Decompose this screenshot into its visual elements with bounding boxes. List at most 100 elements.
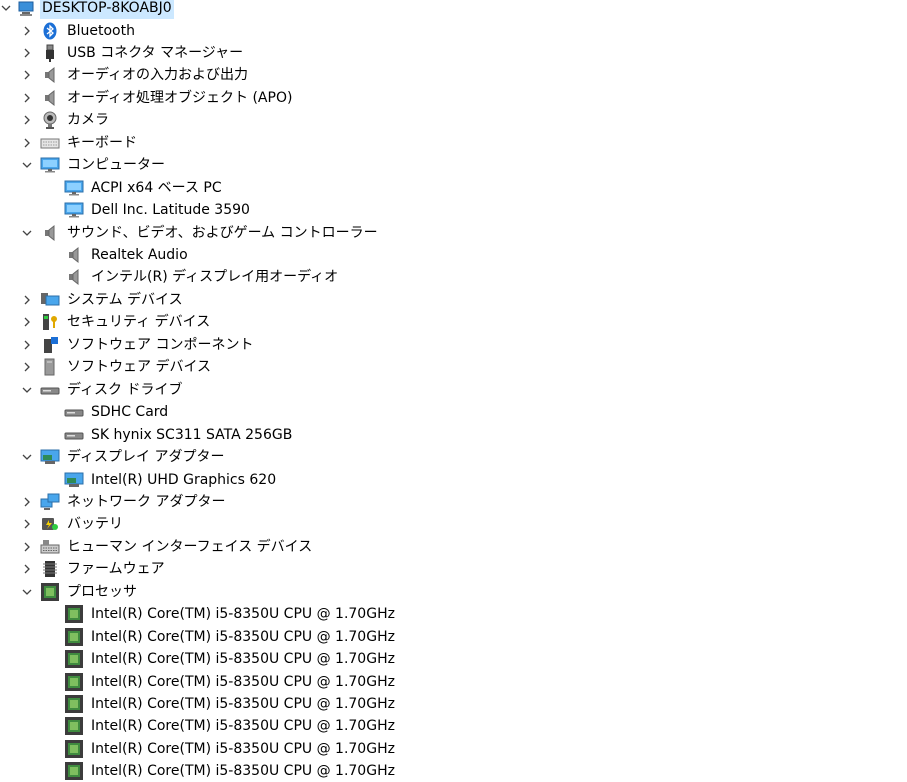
tree-category[interactable]: オーディオ処理オブジェクト (APO) — [0, 87, 907, 109]
tree-item-label: カメラ — [67, 112, 109, 129]
tree-item-label: ネットワーク アダプター — [67, 493, 226, 510]
tree-device[interactable]: SDHC Card — [0, 401, 907, 423]
tree-item-label: ソフトウェア コンポーネント — [67, 336, 254, 353]
processor-icon — [64, 627, 84, 647]
tree-device[interactable]: Intel(R) UHD Graphics 620 — [0, 469, 907, 491]
tree-category[interactable]: ヒューマン インターフェイス デバイス — [0, 536, 907, 558]
tree-item-label: インテル(R) ディスプレイ用オーディオ — [91, 269, 339, 286]
tree-item-label: Dell Inc. Latitude 3590 — [91, 202, 250, 219]
tree-category[interactable]: サウンド、ビデオ、およびゲーム コントローラー — [0, 222, 907, 244]
chevron-down-icon[interactable] — [21, 227, 33, 239]
tree-item-label: コンピューター — [67, 157, 165, 174]
processor-icon — [64, 761, 84, 781]
tree-category[interactable]: オーディオの入力および出力 — [0, 64, 907, 86]
tree-item-label: ACPI x64 ベース PC — [91, 179, 222, 196]
tree-device[interactable]: Intel(R) Core(TM) i5-8350U CPU @ 1.70GHz — [0, 760, 907, 782]
speaker-icon — [40, 65, 60, 85]
chevron-right-icon[interactable] — [21, 361, 33, 373]
chevron-right-icon[interactable] — [21, 92, 33, 104]
tree-device[interactable]: Intel(R) Core(TM) i5-8350U CPU @ 1.70GHz — [0, 648, 907, 670]
tree-device[interactable]: Intel(R) Core(TM) i5-8350U CPU @ 1.70GHz — [0, 603, 907, 625]
tree-device[interactable]: Dell Inc. Latitude 3590 — [0, 199, 907, 221]
security-key-icon — [40, 312, 60, 332]
tree-item-label: セキュリティ デバイス — [67, 314, 211, 331]
tree-item-label: Realtek Audio — [91, 247, 188, 263]
tree-device[interactable]: Intel(R) Core(TM) i5-8350U CPU @ 1.70GHz — [0, 671, 907, 693]
tree-item-label: Intel(R) Core(TM) i5-8350U CPU @ 1.70GHz — [91, 673, 395, 690]
tree-category[interactable]: ソフトウェア コンポーネント — [0, 334, 907, 356]
tree-category[interactable]: コンピューター — [0, 154, 907, 176]
processor-icon — [64, 739, 84, 759]
chevron-right-icon[interactable] — [21, 339, 33, 351]
tree-root[interactable]: DESKTOP-8KOABJ0 — [0, 0, 907, 19]
tree-device[interactable]: SK hynix SC311 SATA 256GB — [0, 424, 907, 446]
tree-category[interactable]: システム デバイス — [0, 289, 907, 311]
tree-category[interactable]: カメラ — [0, 109, 907, 131]
root-label: DESKTOP-8KOABJ0 — [40, 0, 174, 19]
tree-category[interactable]: ディスプレイ アダプター — [0, 446, 907, 468]
tree-item-label: バッテリ — [67, 516, 123, 533]
tree-category[interactable]: ネットワーク アダプター — [0, 491, 907, 513]
chevron-right-icon[interactable] — [21, 541, 33, 553]
tree-device[interactable]: Realtek Audio — [0, 244, 907, 266]
speaker-icon — [40, 88, 60, 108]
tree-category[interactable]: USB コネクタ マネージャー — [0, 42, 907, 64]
tree-item-label: オーディオの入力および出力 — [67, 67, 249, 84]
tree-item-label: Intel(R) Core(TM) i5-8350U CPU @ 1.70GHz — [91, 628, 395, 645]
tree-category[interactable]: ディスク ドライブ — [0, 379, 907, 401]
system-devices-icon — [40, 290, 60, 310]
chevron-right-icon[interactable] — [21, 294, 33, 306]
network-adapter-icon — [40, 492, 60, 512]
bluetooth-icon — [40, 21, 60, 41]
tree-item-label: キーボード — [67, 134, 137, 151]
chevron-right-icon[interactable] — [21, 137, 33, 149]
chevron-right-icon[interactable] — [21, 563, 33, 575]
hid-icon — [40, 537, 60, 557]
tree-device[interactable]: ACPI x64 ベース PC — [0, 177, 907, 199]
tree-item-label: Intel(R) Core(TM) i5-8350U CPU @ 1.70GHz — [91, 740, 395, 757]
software-device-icon — [40, 357, 60, 377]
tree-item-label: ディスク ドライブ — [67, 381, 183, 398]
tree-item-label: サウンド、ビデオ、およびゲーム コントローラー — [67, 224, 378, 241]
chevron-right-icon[interactable] — [21, 316, 33, 328]
tree-device[interactable]: Intel(R) Core(TM) i5-8350U CPU @ 1.70GHz — [0, 715, 907, 737]
tree-category[interactable]: セキュリティ デバイス — [0, 311, 907, 333]
chevron-right-icon[interactable] — [21, 69, 33, 81]
tree-category[interactable]: バッテリ — [0, 513, 907, 535]
tree-item-label: プロセッサ — [67, 583, 137, 600]
tree-item-label: システム デバイス — [67, 291, 183, 308]
monitor-icon — [64, 200, 84, 220]
chevron-down-icon[interactable] — [21, 451, 33, 463]
display-adapter-icon — [64, 470, 84, 490]
chevron-down-icon[interactable] — [21, 159, 33, 171]
tree-device[interactable]: Intel(R) Core(TM) i5-8350U CPU @ 1.70GHz — [0, 738, 907, 760]
display-adapter-icon — [40, 447, 60, 467]
tree-category[interactable]: プロセッサ — [0, 581, 907, 603]
chevron-down-icon[interactable] — [0, 2, 12, 14]
disk-drive-icon — [40, 380, 60, 400]
chevron-down-icon[interactable] — [21, 384, 33, 396]
tree-device[interactable]: Intel(R) Core(TM) i5-8350U CPU @ 1.70GHz — [0, 626, 907, 648]
tree-category[interactable]: Bluetooth — [0, 20, 907, 42]
chevron-right-icon[interactable] — [21, 25, 33, 37]
tree-item-label: SK hynix SC311 SATA 256GB — [91, 426, 293, 443]
tree-item-label: Intel(R) UHD Graphics 620 — [91, 471, 277, 488]
tree-device[interactable]: インテル(R) ディスプレイ用オーディオ — [0, 266, 907, 288]
tree-category[interactable]: キーボード — [0, 132, 907, 154]
tree-item-label: Intel(R) Core(TM) i5-8350U CPU @ 1.70GHz — [91, 606, 395, 623]
computer-icon — [16, 0, 36, 18]
tree-category[interactable]: ファームウェア — [0, 558, 907, 580]
chevron-right-icon[interactable] — [21, 496, 33, 508]
chevron-right-icon[interactable] — [21, 114, 33, 126]
camera-icon — [40, 110, 60, 130]
tree-device[interactable]: Intel(R) Core(TM) i5-8350U CPU @ 1.70GHz — [0, 693, 907, 715]
chevron-down-icon[interactable] — [21, 586, 33, 598]
tree-category[interactable]: ソフトウェア デバイス — [0, 356, 907, 378]
speaker-icon — [64, 245, 84, 265]
speaker-icon — [64, 267, 84, 287]
usb-icon — [40, 43, 60, 63]
tree-item-label: Intel(R) Core(TM) i5-8350U CPU @ 1.70GHz — [91, 763, 395, 780]
chevron-right-icon[interactable] — [21, 518, 33, 530]
tree-item-label: Intel(R) Core(TM) i5-8350U CPU @ 1.70GHz — [91, 651, 395, 668]
chevron-right-icon[interactable] — [21, 47, 33, 59]
